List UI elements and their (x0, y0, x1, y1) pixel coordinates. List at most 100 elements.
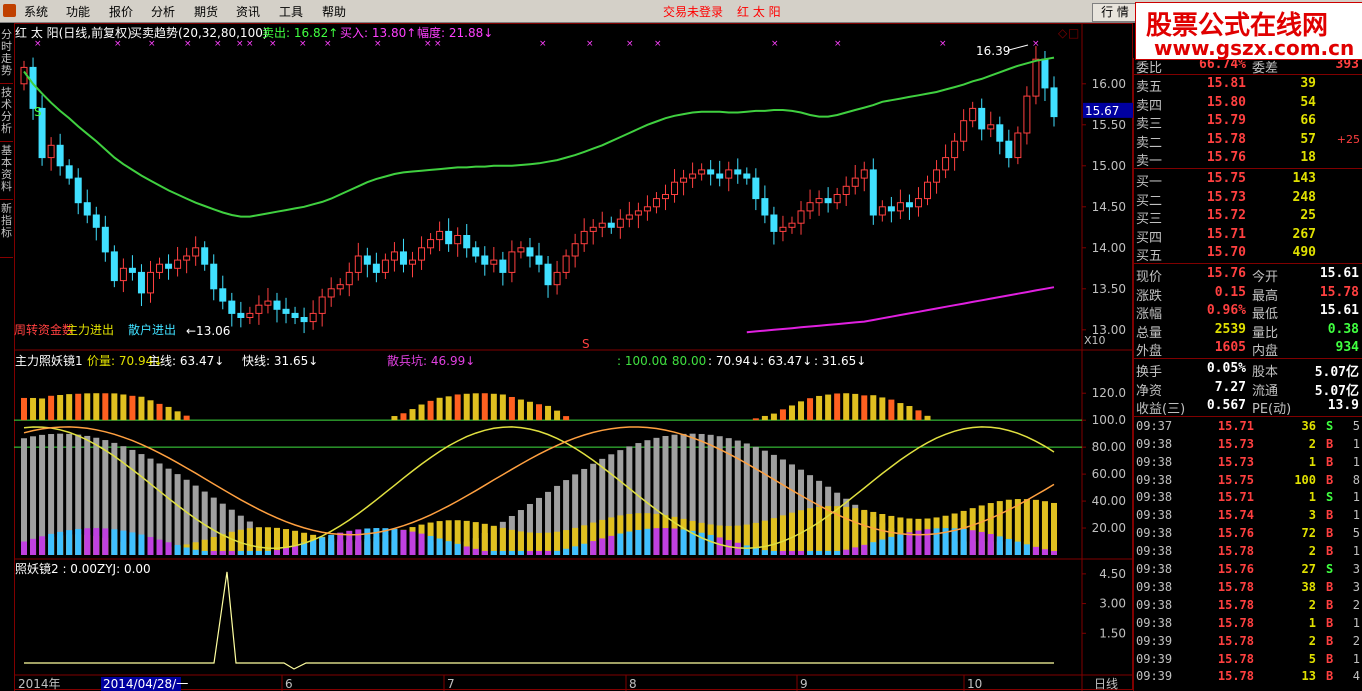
ind1-base-bar-61 (572, 546, 579, 555)
left-tab-0[interactable]: 分时走势 (0, 29, 13, 84)
buy-signal-label: S (582, 337, 590, 351)
ind1-base-bar-12 (129, 532, 136, 555)
tick-n-3: 8 (1352, 472, 1360, 487)
candle-body-102 (942, 157, 950, 171)
menu-item-3[interactable]: 分析 (151, 3, 175, 20)
tick-vol-2: 1 (1308, 454, 1316, 469)
stat-value1-0: 15.76 (1206, 266, 1246, 281)
ind1-base-bar-35 (337, 532, 344, 555)
ind1-top-bar-60 (563, 416, 570, 421)
candle-body-24 (237, 312, 245, 318)
ind1-base-bar-59 (554, 550, 561, 555)
candle-body-9 (101, 226, 109, 253)
bid-vol-3: 267 (1292, 226, 1316, 242)
candle-body-113 (1041, 58, 1049, 89)
candle-body-50 (472, 247, 480, 257)
ind1-base-bar-54 (508, 550, 515, 555)
candle-body-106 (978, 107, 986, 130)
tick-bs-11: B (1326, 615, 1334, 630)
tick-n-8: 3 (1352, 562, 1360, 576)
ind1-top-bar-46 (436, 397, 443, 421)
stat-label1-3: 总量 (1136, 325, 1163, 341)
left-tab-1[interactable]: 技术分析 (0, 87, 13, 142)
ind1-base-bar-84 (779, 550, 786, 555)
ind1-top-bar-16 (165, 406, 172, 421)
tick-price-5: 15.74 (1217, 508, 1254, 523)
menu-item-1[interactable]: 功能 (66, 3, 90, 20)
ind2-zyj: ZYJ: 0.00 (97, 562, 151, 576)
ind1-base-bar-27 (264, 550, 271, 555)
ind1-top-bar-44 (418, 404, 425, 421)
candle-body-54 (508, 251, 516, 273)
menu-item-4[interactable]: 期货 (194, 3, 218, 20)
ind1-top-bar-4 (57, 394, 64, 421)
ind1-base-bar-51 (481, 550, 488, 555)
quote-button[interactable]: 行 情 (1092, 3, 1138, 22)
tick-vol-4: 1 (1308, 490, 1316, 505)
ind1-label-8: : 31.65↓ (814, 354, 866, 368)
tick-price-0: 15.71 (1217, 418, 1254, 433)
sell-signal-label: S (34, 105, 42, 119)
x-month-label-2: 8 (629, 677, 637, 691)
x10-label: X10 (1084, 334, 1106, 347)
tick-vol-8: 27 (1301, 562, 1316, 576)
ask-label-4: 卖一 (1136, 154, 1163, 170)
ind1-base-bar-25 (246, 550, 253, 555)
candle-body-34 (327, 288, 335, 298)
stat-value1-1: 0.15 (1214, 284, 1246, 300)
candle-body-38 (363, 255, 371, 265)
ind1-top-bar-47 (445, 396, 452, 421)
quote-sep-4 (1134, 415, 1362, 417)
left-tab-2[interactable]: 基本资料 (0, 145, 13, 200)
ask-label-0: 卖五 (1136, 80, 1163, 95)
menu-item-0[interactable]: 系统 (24, 3, 48, 20)
bid-label-1: 买二 (1136, 193, 1163, 209)
signal-marker-19: × (939, 39, 947, 49)
ind2-ytick-label-2: 1.50 (1099, 626, 1126, 640)
ind1-yellow-bar-82 (761, 520, 768, 555)
candle-body-60 (562, 255, 570, 273)
candle-body-73 (680, 177, 688, 183)
bid-price-2: 15.72 (1206, 208, 1246, 224)
ask-vol-0: 39 (1300, 76, 1316, 91)
ind1-base-bar-26 (255, 550, 262, 555)
stat-label2-3: 量比 (1252, 325, 1279, 341)
left-tab-3[interactable]: 新指标 (0, 203, 13, 258)
candle-body-98 (905, 202, 913, 208)
watermark-line2: www.gszx.com.cn (1154, 36, 1355, 60)
ind1-yellow-bar-88 (816, 506, 823, 555)
menu-item-5[interactable]: 资讯 (236, 3, 260, 20)
ind1-base-bar-21 (210, 550, 217, 555)
ind1-yellow-bar-51 (481, 523, 488, 555)
tick-vol-5: 3 (1308, 508, 1316, 523)
stat-value2-2: 15.61 (1319, 303, 1359, 319)
ind1-base-bar-68 (635, 529, 642, 555)
current-price-label: 15.67 (1085, 104, 1119, 118)
chart-area: 红 太 阳(日线,前复权)买卖趋势(20,32,80,100)卖出: 16.82… (14, 23, 1133, 691)
ind1-yellow-bar-83 (770, 518, 777, 555)
login-status: 交易未登录 (663, 5, 724, 19)
ind1-base-bar-3 (48, 533, 55, 555)
candle-body-82 (761, 198, 769, 216)
stat-label2-1: 最高 (1252, 288, 1279, 304)
range-label: 幅度: 21.88↓ (417, 25, 493, 40)
ind1-base-bar-88 (816, 550, 823, 555)
candle-body-14 (146, 271, 154, 294)
toggle-icon: ◇ (1058, 26, 1068, 40)
menu-item-7[interactable]: 帮助 (322, 3, 346, 20)
menu-item-2[interactable]: 报价 (109, 3, 133, 20)
ind1-top-bar-48 (454, 394, 461, 421)
candle-body-27 (264, 300, 272, 306)
ask-row-0: 卖五 15.81 39 (1134, 75, 1362, 95)
menu-item-6[interactable]: 工具 (279, 3, 303, 20)
ind1-top-bar-90 (834, 393, 841, 421)
ind1-label-6: : 70.94↓ (708, 354, 760, 368)
ind2-name: 照妖镜2 : 0.00 (15, 561, 97, 576)
candle-body-32 (309, 312, 317, 323)
ind1-base-bar-105 (969, 530, 976, 555)
bid-label-3: 买四 (1136, 230, 1163, 246)
candle-body-51 (481, 255, 489, 265)
signal-marker-18: × (834, 39, 842, 49)
tick-row-3: 09:38 15.75 100 B 8 (1134, 472, 1362, 490)
candle-body-16 (165, 263, 173, 269)
